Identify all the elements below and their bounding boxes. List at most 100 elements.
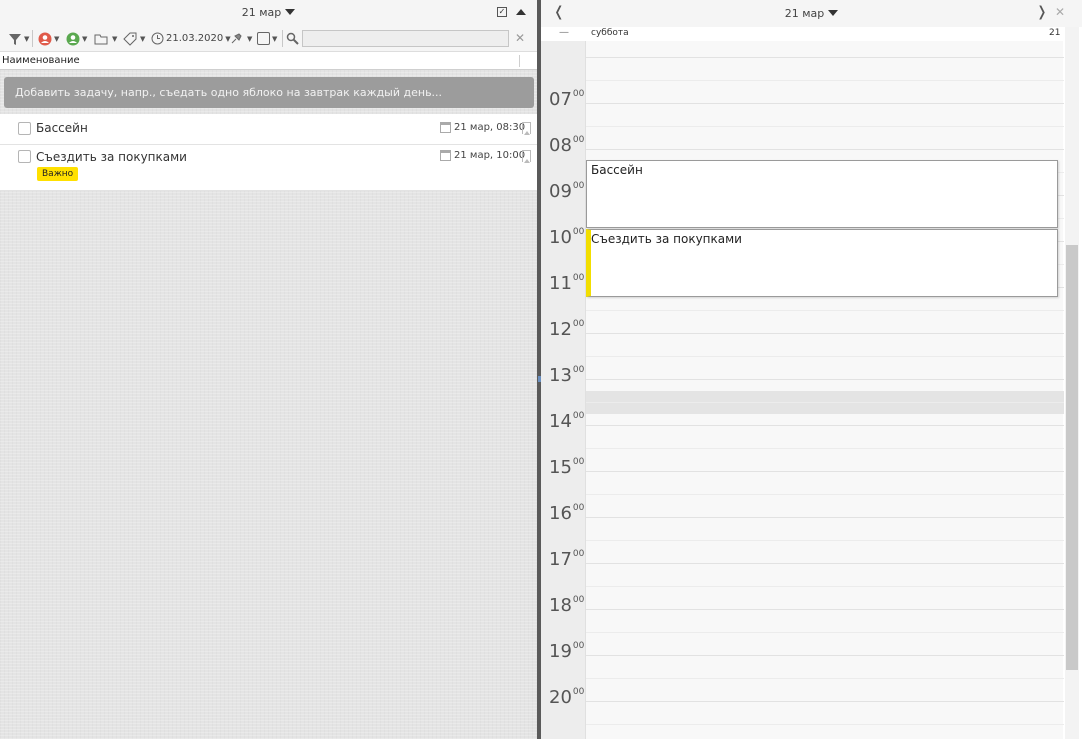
calendar-icon: [440, 150, 451, 161]
hour-gridline: [586, 57, 1064, 58]
hour-label-value: 19: [549, 641, 572, 662]
resize-handle[interactable]: [538, 376, 541, 382]
hour-label: 1800: [549, 595, 584, 616]
checkbox-square-icon: [257, 32, 270, 45]
calendar-event[interactable]: Бассейн: [586, 160, 1058, 228]
task-due-date: 21 мар, 10:00: [440, 150, 525, 161]
hour-label: 1200: [549, 319, 584, 340]
hour-label: 1400: [549, 411, 584, 432]
calendar-event-important[interactable]: Съездить за покупками: [586, 229, 1058, 297]
minutes-label: 00: [572, 319, 585, 329]
bookmark-icon[interactable]: [522, 150, 531, 163]
calendar-scrollbar[interactable]: [1065, 27, 1079, 739]
minutes-label: 00: [572, 549, 585, 559]
search-icon: [286, 30, 299, 47]
task-due-date: 21 мар, 08:30: [440, 122, 525, 133]
task-title: Бассейн: [36, 121, 88, 135]
hour-gridline: [586, 103, 1064, 104]
hour-label-value: 16: [549, 503, 572, 524]
half-hour-gridline: [586, 494, 1064, 495]
task-due-date-label: 21 мар, 08:30: [454, 122, 526, 133]
day-grid[interactable]: [585, 41, 1064, 739]
hour-gridline: [586, 609, 1064, 610]
task-list-date-selector[interactable]: 21 мар: [0, 6, 537, 19]
calendar-header: ❬ 21 мар ❭ ✕: [541, 0, 1082, 27]
filter-button[interactable]: ▼: [8, 30, 29, 47]
hour-label-value: 12: [549, 319, 572, 340]
half-hour-gridline: [586, 310, 1064, 311]
search-input[interactable]: [302, 30, 509, 47]
tag-filter-button[interactable]: ▼: [122, 30, 145, 47]
hour-label-value: 15: [549, 457, 572, 478]
day-name: суббота: [591, 28, 629, 38]
task-checkbox[interactable]: [18, 150, 31, 163]
minutes-label: 00: [572, 181, 585, 191]
half-hour-gridline: [586, 724, 1064, 725]
task-row[interactable]: Съездить за покупками 21 мар, 10:00 Важн…: [0, 145, 537, 191]
hour-label: 2000: [549, 687, 584, 708]
task-list-header: 21 мар ✓: [0, 0, 537, 25]
calendar-date-label: 21 мар: [784, 7, 825, 20]
clock-icon: [151, 32, 164, 45]
bookmark-icon[interactable]: [522, 122, 531, 135]
minutes-label: 00: [572, 411, 585, 421]
status-filter-button[interactable]: ▼: [257, 30, 277, 47]
hour-gridline: [586, 333, 1064, 334]
minutes-label: 00: [572, 135, 585, 145]
add-task-input[interactable]: Добавить задачу, напр., съедать одно ябл…: [4, 77, 534, 108]
hour-label: 1000: [549, 227, 584, 248]
author-filter-button[interactable]: ▼: [66, 30, 87, 47]
hour-label-value: 09: [549, 181, 572, 202]
time-column: 0700 0800 0900 1000 1100 1200 1300 1400 1500 1600…: [541, 41, 585, 739]
task-due-date-label: 21 мар, 10:00: [454, 150, 526, 161]
hour-label: 1700: [549, 549, 584, 570]
scrollbar-thumb[interactable]: [1066, 245, 1078, 670]
column-name-header[interactable]: Наименование: [2, 55, 80, 66]
column-header: Наименование: [0, 52, 537, 70]
task-list-pane: 21 мар ✓ ▼ ▼ ▼ ▼ ▼ 21.03.2020 ▼ ▼ ▼ ✕ На…: [0, 0, 537, 739]
minutes-label: 00: [572, 503, 585, 513]
tag-badge-important[interactable]: Важно: [37, 167, 79, 181]
hour-label-value: 11: [549, 273, 572, 294]
assignee-filter-button[interactable]: ▼: [38, 30, 59, 47]
hour-label-value: 08: [549, 135, 572, 156]
user-green-icon: [66, 32, 80, 45]
half-hour-gridline: [586, 632, 1064, 633]
hour-gridline: [586, 379, 1064, 380]
clear-search-icon[interactable]: ✕: [515, 31, 525, 45]
hour-label: 1600: [549, 503, 584, 524]
collapse-allday-icon[interactable]: —: [559, 27, 569, 38]
task-list-date-label: 21 мар: [241, 6, 282, 19]
hour-gridline: [586, 425, 1064, 426]
tag-icon: [123, 32, 137, 46]
pin-icon: [231, 32, 242, 43]
minutes-label: 00: [572, 641, 585, 651]
priority-filter-button[interactable]: ▼: [229, 30, 252, 47]
hour-label-value: 20: [549, 687, 572, 708]
minutes-label: 00: [572, 457, 585, 467]
minutes-label: 00: [572, 595, 585, 605]
half-hour-gridline: [586, 540, 1064, 541]
hour-label-value: 14: [549, 411, 572, 432]
half-hour-gridline: [586, 448, 1064, 449]
hour-gridline: [586, 563, 1064, 564]
hour-label: 1300: [549, 365, 584, 386]
task-checkbox[interactable]: [18, 122, 31, 135]
show-completed-checkbox-icon[interactable]: ✓: [497, 7, 507, 17]
minutes-label: 00: [572, 227, 585, 237]
collapse-up-icon[interactable]: [516, 9, 526, 15]
date-filter-button[interactable]: 21.03.2020 ▼: [151, 30, 231, 47]
event-title: Съездить за покупками: [591, 232, 742, 246]
calendar-pane: ❬ 21 мар ❭ ✕ — суббота 21 0700 0800 0900 10…: [541, 0, 1082, 739]
calendar-date-selector[interactable]: 21 мар: [541, 7, 1082, 20]
hour-label-value: 17: [549, 549, 572, 570]
hour-gridline: [586, 655, 1064, 656]
hour-label-value: 07: [549, 89, 572, 110]
task-row[interactable]: Бассейн 21 мар, 08:30: [0, 114, 537, 145]
calendar-icon: [440, 122, 451, 133]
toolbar-separator: [282, 30, 283, 47]
day-header: — суббота 21: [541, 27, 1071, 41]
folder-filter-button[interactable]: ▼: [94, 30, 117, 47]
close-icon[interactable]: ✕: [1055, 5, 1065, 19]
chevron-right-icon[interactable]: ❭: [1036, 4, 1048, 20]
